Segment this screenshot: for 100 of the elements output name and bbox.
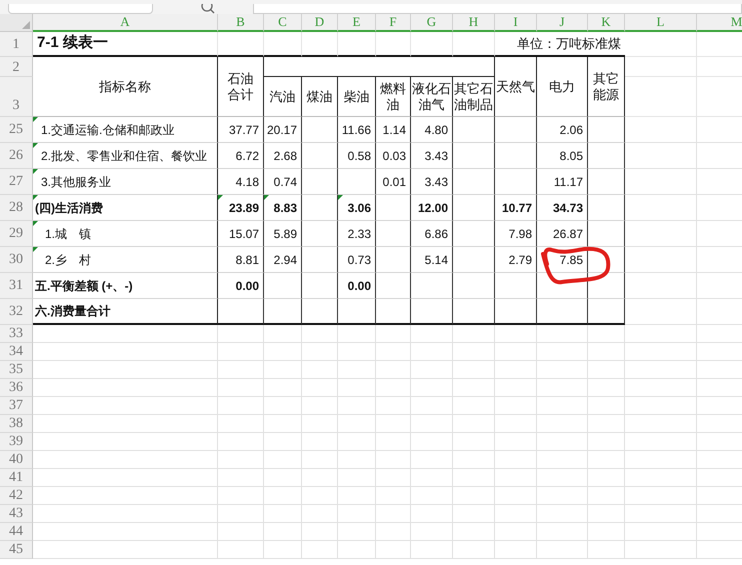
table-cell-text: 4.80 — [424, 122, 448, 138]
empty-cell — [453, 343, 495, 361]
empty-cell — [411, 523, 453, 541]
column-header[interactable]: M — [697, 14, 742, 32]
row-header[interactable]: 3 — [0, 77, 33, 117]
empty-cell — [264, 469, 302, 487]
empty-cell — [537, 451, 588, 469]
row-header[interactable]: 33 — [0, 325, 33, 343]
empty-cell — [338, 469, 376, 487]
column-header[interactable]: H — [453, 14, 495, 32]
empty-cell — [302, 487, 338, 505]
column-header[interactable]: K — [588, 14, 625, 32]
row-header[interactable]: 42 — [0, 487, 33, 505]
row-header[interactable]: 31 — [0, 273, 33, 299]
column-header[interactable]: A — [33, 14, 218, 32]
row-header[interactable]: 40 — [0, 451, 33, 469]
column-header[interactable]: F — [376, 14, 411, 32]
column-header[interactable]: B — [218, 14, 264, 32]
empty-cell — [453, 433, 495, 451]
empty-cell — [338, 487, 376, 505]
empty-cell — [218, 505, 264, 523]
column-header[interactable]: I — [495, 14, 537, 32]
row-header[interactable]: 30 — [0, 247, 33, 273]
row-header[interactable]: 25 — [0, 117, 33, 143]
column-heading: 天然气 — [496, 78, 535, 94]
row-header[interactable]: 2 — [0, 57, 33, 77]
empty-cell — [495, 505, 537, 523]
empty-cell — [302, 451, 338, 469]
empty-cell — [453, 32, 495, 57]
empty-cell — [625, 32, 697, 57]
row-header[interactable]: 37 — [0, 397, 33, 415]
empty-cell — [625, 221, 697, 247]
table-cell-text: 2.06 — [560, 122, 583, 138]
empty-cell — [302, 415, 338, 433]
empty-cell — [588, 361, 625, 379]
formula-field[interactable] — [253, 4, 742, 14]
row-header[interactable]: 27 — [0, 169, 33, 195]
empty-cell — [588, 273, 625, 299]
table-cell-text: 26.87 — [552, 226, 583, 242]
row-header[interactable]: 43 — [0, 505, 33, 523]
empty-cell — [264, 343, 302, 361]
empty-cell — [537, 505, 588, 523]
column-header[interactable]: L — [625, 14, 697, 32]
empty-cell — [411, 299, 453, 325]
row-header[interactable]: 38 — [0, 415, 33, 433]
empty-cell — [264, 361, 302, 379]
table-cell-text: 3.43 — [424, 174, 448, 190]
column-header[interactable]: G — [411, 14, 453, 32]
row-header[interactable]: 1 — [0, 32, 33, 57]
empty-cell — [537, 361, 588, 379]
empty-cell — [495, 487, 537, 505]
search-icon[interactable] — [201, 4, 215, 14]
empty-cell — [264, 325, 302, 343]
row-label: 六.消费量合计 — [35, 303, 110, 320]
table-cell-text: 0.01 — [382, 174, 406, 190]
empty-cell — [218, 451, 264, 469]
table-cell-text: 0.58 — [348, 148, 371, 164]
row-header[interactable]: 32 — [0, 299, 33, 325]
empty-cell — [537, 523, 588, 541]
table-cell-text: 0.00 — [236, 278, 259, 294]
column-header[interactable]: C — [264, 14, 302, 32]
row-header[interactable]: 28 — [0, 195, 33, 221]
empty-cell — [264, 451, 302, 469]
column-header[interactable]: D — [302, 14, 338, 32]
empty-cell — [588, 469, 625, 487]
row-header[interactable]: 34 — [0, 343, 33, 361]
table-cell-text: 3.06 — [348, 200, 371, 216]
column-header[interactable]: J — [537, 14, 588, 32]
column-header[interactable]: E — [338, 14, 376, 32]
empty-cell — [338, 325, 376, 343]
empty-cell — [218, 523, 264, 541]
row-header[interactable]: 29 — [0, 221, 33, 247]
row-header[interactable]: 35 — [0, 361, 33, 379]
row-header[interactable]: 45 — [0, 541, 33, 559]
row-header[interactable]: 41 — [0, 469, 33, 487]
table-cell-text: 6.86 — [424, 226, 448, 242]
empty-cell — [625, 273, 697, 299]
empty-cell — [302, 379, 338, 397]
empty-cell — [338, 379, 376, 397]
row-header[interactable]: 26 — [0, 143, 33, 169]
empty-cell — [495, 451, 537, 469]
column-heading: 液化石油气 — [412, 80, 451, 112]
table-cell-text: 6.72 — [236, 148, 259, 164]
select-all-corner[interactable] — [0, 14, 33, 32]
table-cell-text: 5.14 — [424, 252, 448, 268]
empty-cell — [495, 379, 537, 397]
empty-cell — [453, 487, 495, 505]
empty-cell — [588, 523, 625, 541]
row-header[interactable]: 39 — [0, 433, 33, 451]
row-header[interactable]: 44 — [0, 523, 33, 541]
table-cell-text: 8.83 — [274, 200, 297, 216]
empty-cell — [453, 379, 495, 397]
table-cell-text: 2.33 — [348, 226, 371, 242]
empty-cell — [411, 361, 453, 379]
empty-cell — [302, 541, 338, 559]
empty-cell — [376, 523, 411, 541]
empty-cell — [411, 505, 453, 523]
empty-cell — [625, 469, 697, 487]
name-box[interactable] — [8, 4, 153, 14]
row-header[interactable]: 36 — [0, 379, 33, 397]
